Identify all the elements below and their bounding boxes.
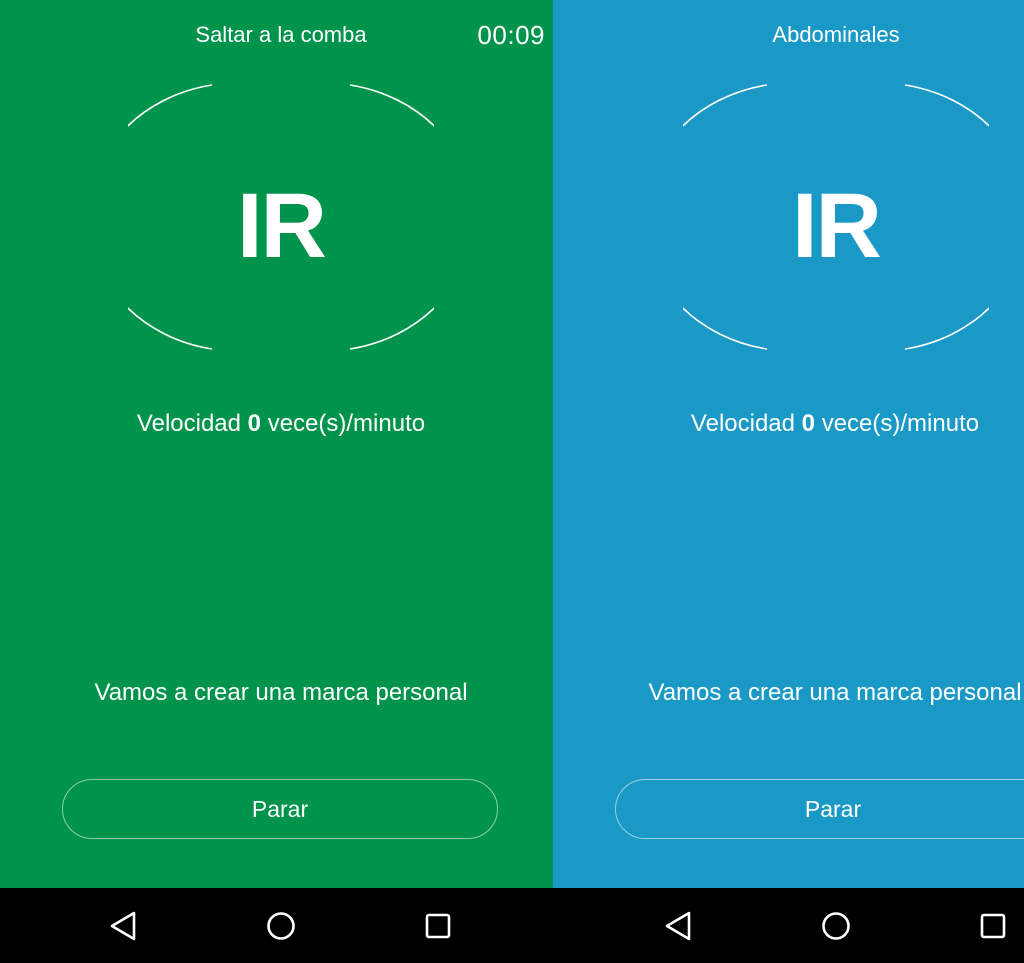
exercise-title: Abdominales <box>772 22 900 47</box>
system-navbar <box>553 888 1024 963</box>
motivation-text: Vamos a crear una marca personal <box>94 679 468 706</box>
jump-rope-content: Saltar a la comba 00:09 IR Velocidad 0 v… <box>0 0 553 888</box>
sit-ups-content: Abdominales IR Velocidad 0 vece(s)/minut… <box>553 0 1024 888</box>
elapsed-timer: 00:09 <box>477 20 545 50</box>
home-circle-icon[interactable] <box>820 910 852 942</box>
speed-unit: vece(s)/minuto <box>267 410 426 437</box>
home-circle-icon[interactable] <box>265 910 297 942</box>
app-stage: Saltar a la comba 00:09 IR Velocidad 0 v… <box>0 0 1024 963</box>
go-label[interactable]: IR <box>237 174 327 279</box>
recents-square-icon[interactable] <box>422 910 454 942</box>
stop-button[interactable]: Parar <box>62 779 498 839</box>
stop-button[interactable]: Parar <box>615 779 1024 839</box>
motivation-text: Vamos a crear una marca personal <box>648 679 1022 706</box>
sit-ups-screen: Abdominales IR Velocidad 0 vece(s)/minut… <box>553 0 1024 963</box>
speed-readout: Velocidad 0 vece(s)/minuto <box>137 410 425 438</box>
speed-readout: Velocidad 0 vece(s)/minuto <box>691 410 979 438</box>
speed-value: 0 <box>801 410 816 437</box>
speed-prefix: Velocidad <box>690 410 795 437</box>
speed-prefix: Velocidad <box>136 410 241 437</box>
speed-unit: vece(s)/minuto <box>821 410 980 437</box>
go-label[interactable]: IR <box>792 174 882 279</box>
back-triangle-icon[interactable] <box>108 910 140 942</box>
jump-rope-screen: Saltar a la comba 00:09 IR Velocidad 0 v… <box>0 0 553 963</box>
speed-value: 0 <box>247 410 262 437</box>
recents-square-icon[interactable] <box>977 910 1009 942</box>
back-triangle-icon[interactable] <box>663 910 695 942</box>
exercise-title: Saltar a la comba <box>195 22 367 47</box>
system-navbar <box>0 888 553 963</box>
